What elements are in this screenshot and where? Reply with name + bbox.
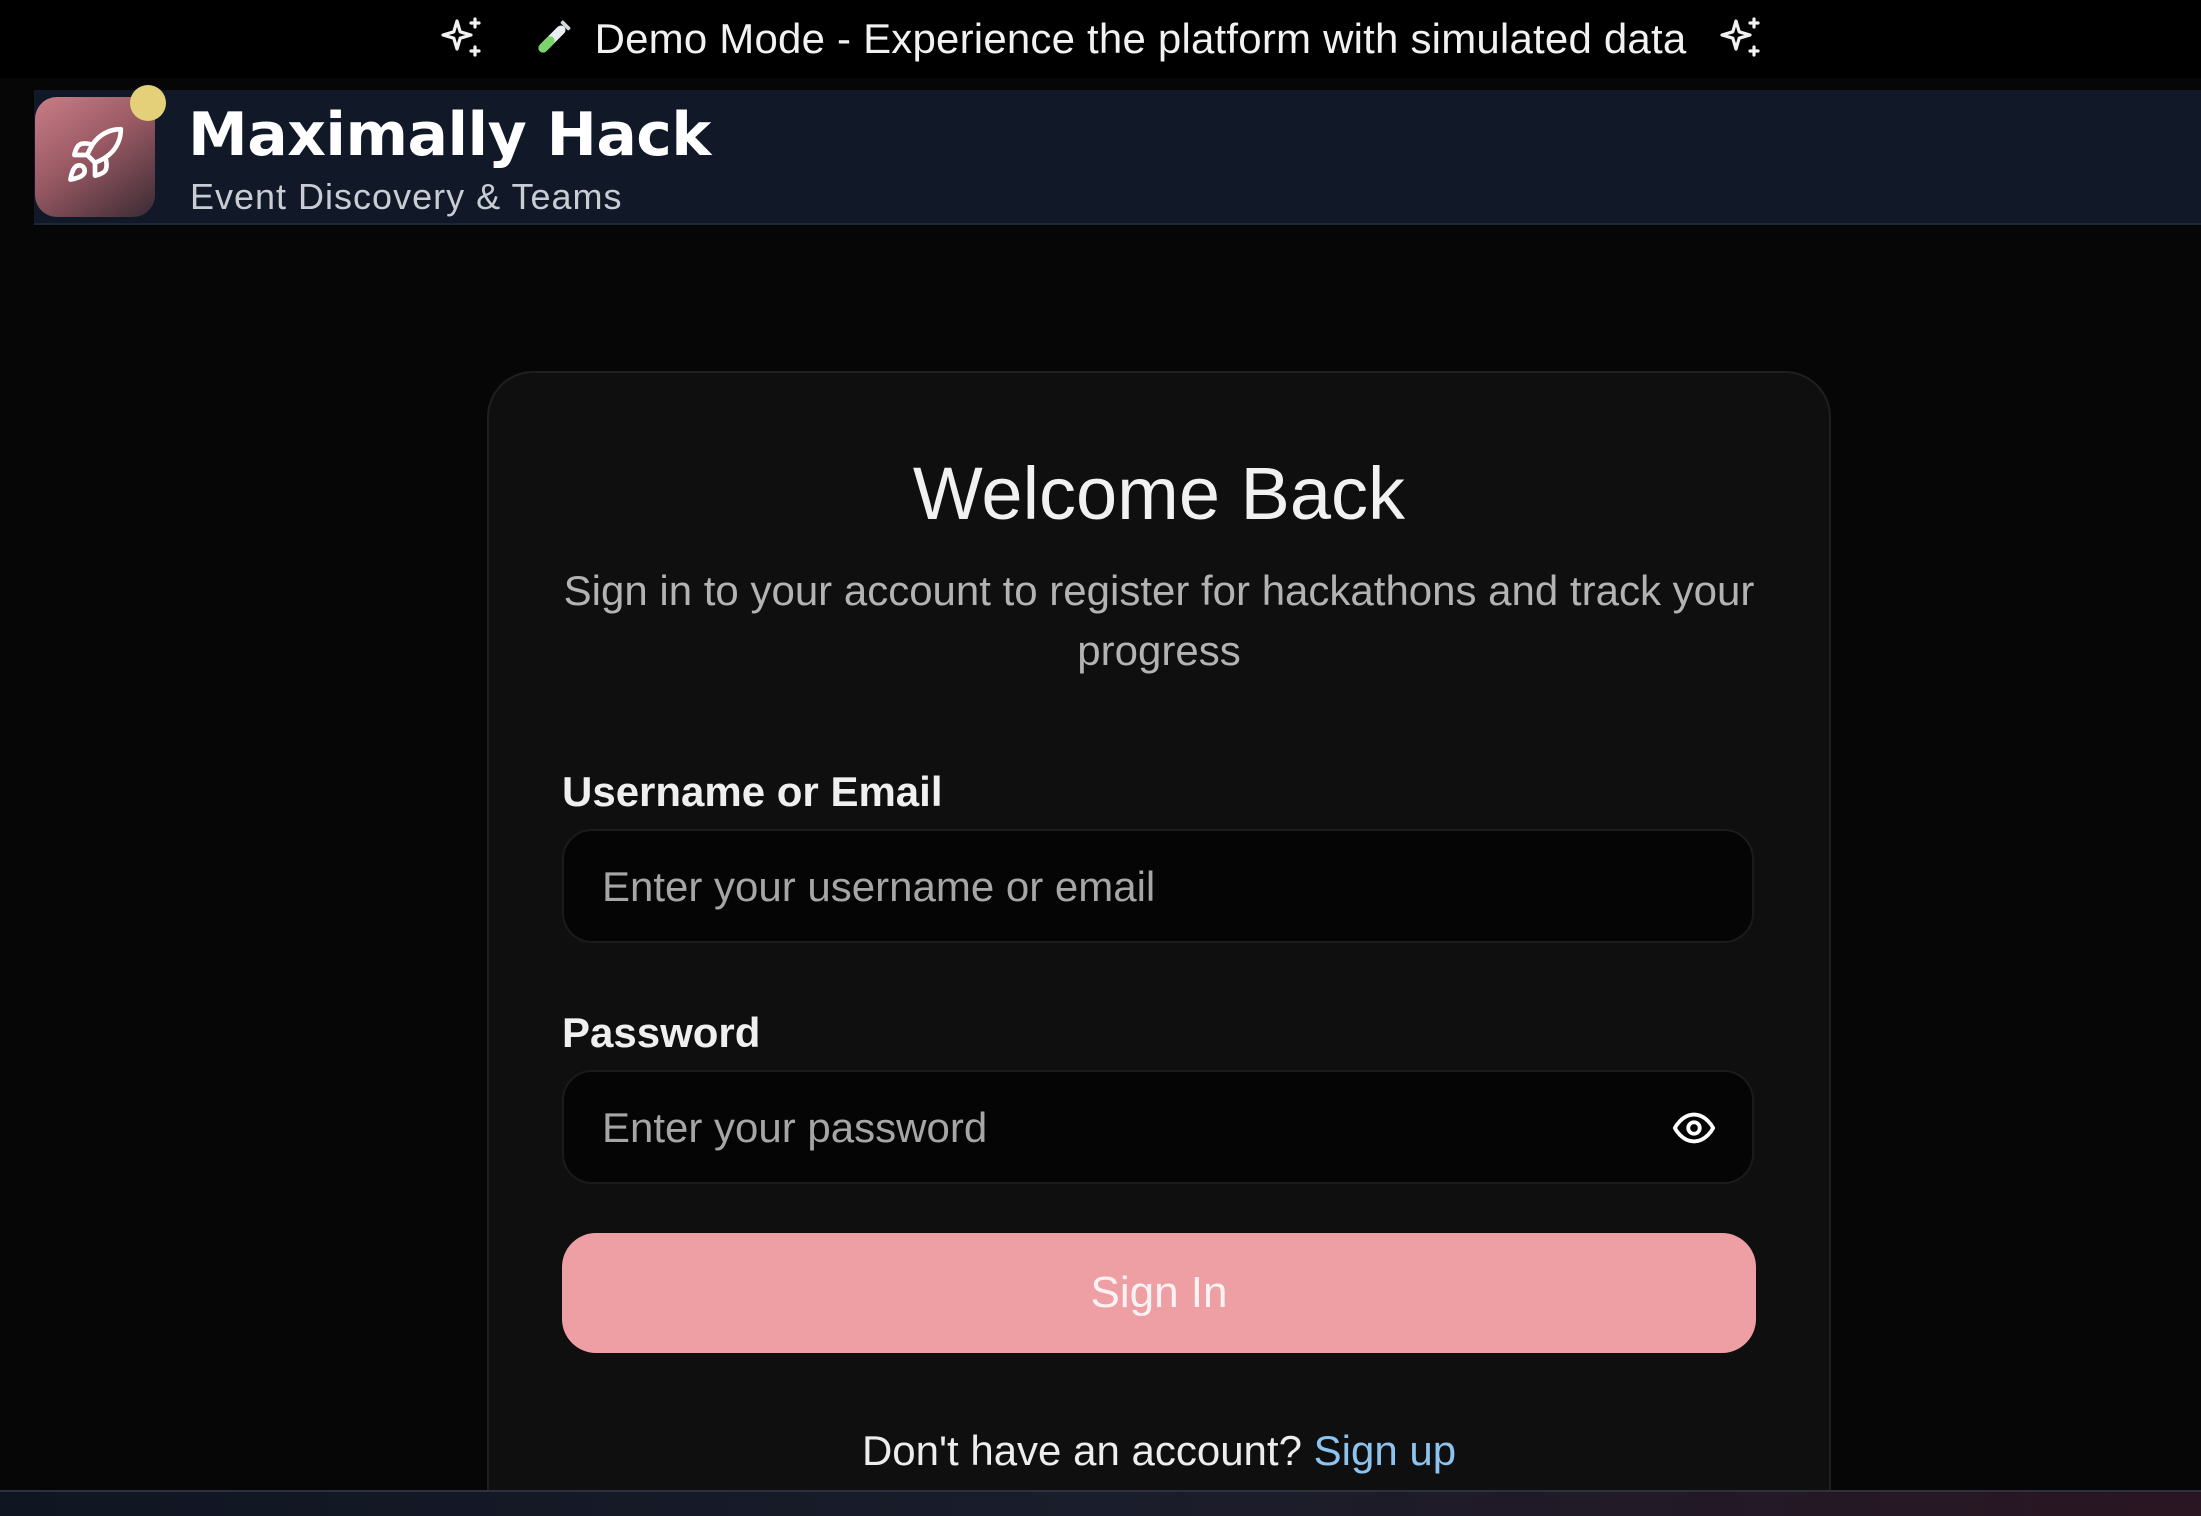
bottom-divider: [0, 1490, 2201, 1516]
password-field-container: [562, 1070, 1754, 1184]
demo-mode-banner: Demo Mode - Experience the platform with…: [0, 0, 2201, 78]
sign-in-button[interactable]: Sign In: [562, 1233, 1756, 1353]
username-field-container: [562, 829, 1754, 943]
password-label: Password: [562, 1009, 761, 1056]
username-label: Username or Email: [562, 768, 943, 815]
login-page: Demo Mode - Experience the platform with…: [0, 0, 2201, 1516]
login-subtitle: Sign in to your account to register for …: [563, 567, 1755, 674]
test-tube-icon: [529, 16, 575, 62]
app-subtitle: Event Discovery & Teams: [190, 176, 623, 217]
sparkles-icon: [1716, 15, 1764, 63]
password-input[interactable]: [600, 1072, 1654, 1184]
rocket-icon: [64, 124, 126, 191]
app-title[interactable]: Maximally Hack: [188, 100, 711, 170]
notification-dot: [130, 85, 166, 121]
signup-prompt-text: Don't have an account?: [861, 1427, 1302, 1474]
username-input[interactable]: [600, 831, 1654, 943]
login-card: Welcome Back Sign in to your account to …: [487, 371, 1831, 1516]
login-title: Welcome Back: [912, 452, 1406, 535]
eye-icon[interactable]: [1670, 1104, 1718, 1152]
sign-up-link[interactable]: Sign up: [1314, 1427, 1456, 1474]
sparkles-icon: [437, 15, 485, 63]
app-header: Maximally Hack Event Discovery & Teams: [34, 85, 2201, 225]
demo-mode-text: Demo Mode - Experience the platform with…: [594, 15, 1687, 62]
signup-prompt-line: Don't have an account? Sign up: [489, 1427, 1829, 1475]
